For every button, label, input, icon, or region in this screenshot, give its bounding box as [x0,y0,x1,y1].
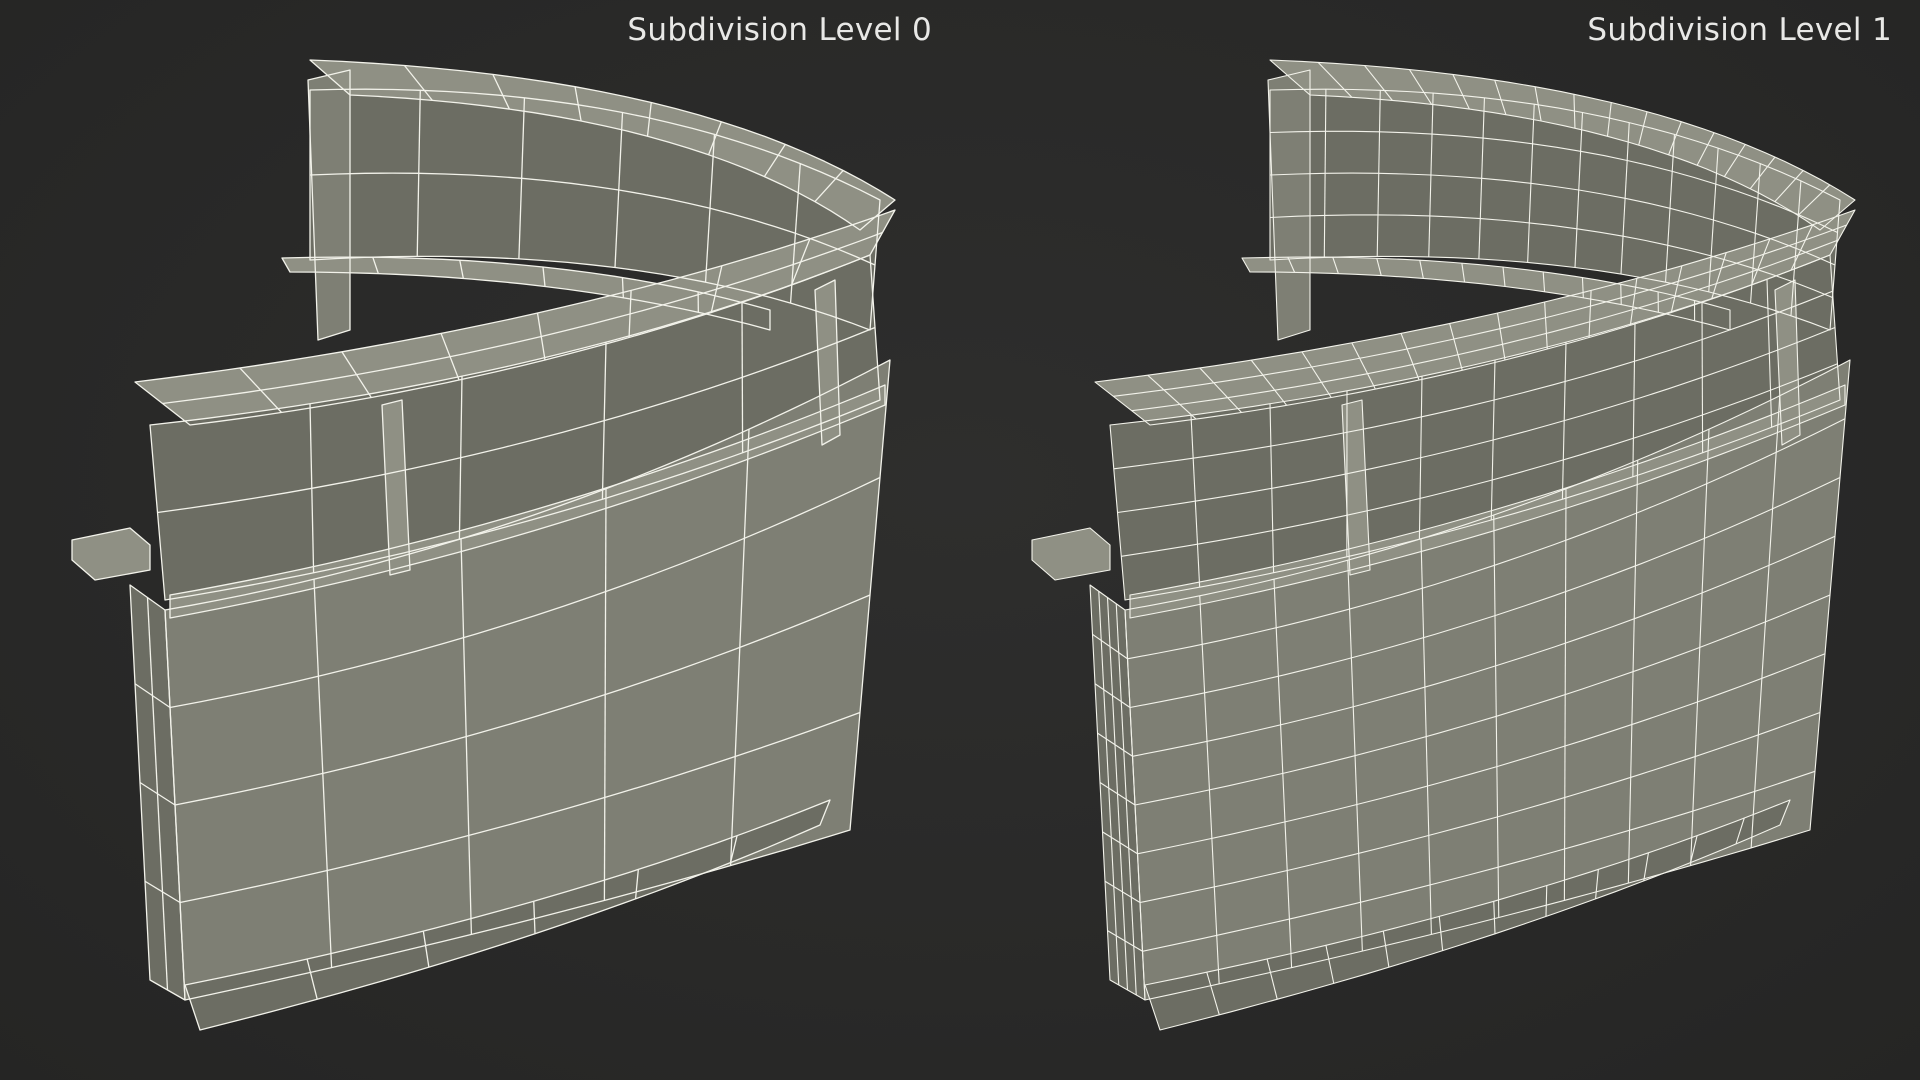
panel-subdivision-1: Subdivision Level 1 [960,0,1920,1080]
back-pillar [308,70,350,340]
reception-desk-model-level-1 [1031,59,1856,1031]
wire-upper-vertical [1701,301,1704,453]
panel-title-level-0: Subdivision Level 0 [627,12,932,48]
viewport: Subdivision Level 0 Subdivision Level 1 [0,0,1920,1080]
desk-geometry [71,59,896,1031]
reception-desk-model-level-0 [71,59,896,1031]
back-pillar [1268,70,1310,340]
wire-upper-vertical [741,301,744,453]
wire-shelf-segment [1620,284,1622,305]
panel-subdivision-0: Subdivision Level 0 [0,0,960,1080]
panel-title-level-1: Subdivision Level 1 [1587,12,1892,48]
wire-shelf-segment [621,277,624,298]
desk-geometry [1031,59,1856,1031]
